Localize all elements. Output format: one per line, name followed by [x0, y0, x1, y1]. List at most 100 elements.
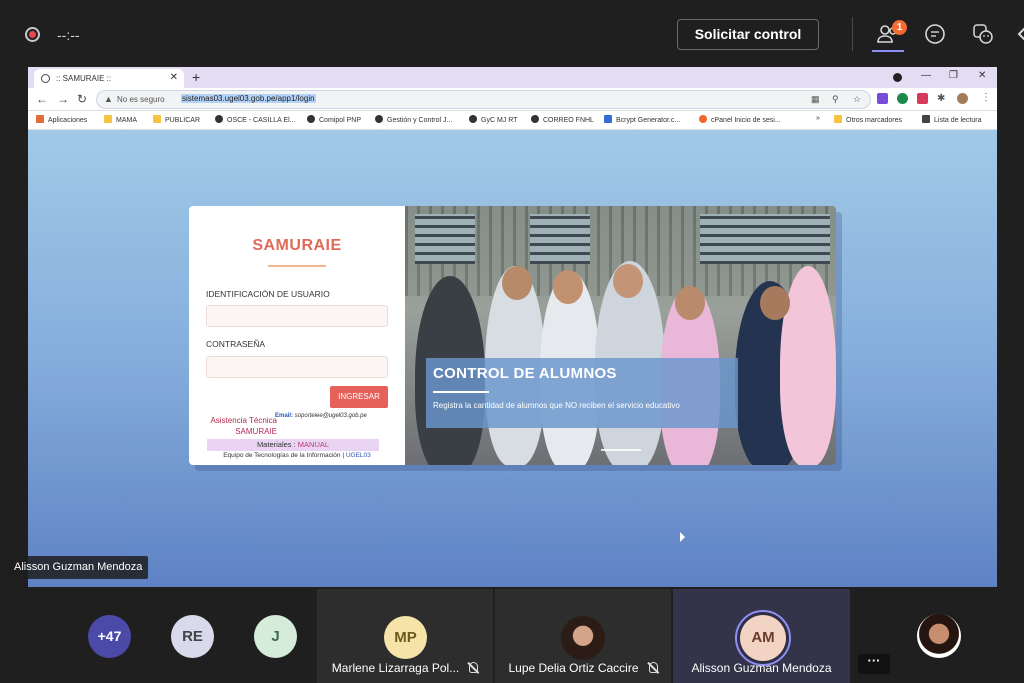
reactions-icon[interactable]: [971, 22, 995, 46]
banner-title: CONTROL DE ALUMNOS: [433, 365, 617, 382]
avatar: AM: [740, 615, 786, 661]
active-indicator: [872, 50, 904, 52]
support-email[interactable]: Email: soporteiee@ugel03.gob.pe: [275, 413, 367, 419]
presenter-name-tag: Alisson Guzman Mendoza: [8, 556, 149, 579]
mouse-cursor-icon: [680, 532, 685, 542]
apps-icon: [36, 115, 44, 123]
login-button[interactable]: INGRESAR: [330, 386, 388, 408]
browser-tabstrip: :: SAMURAIE :: ✕ + — ❐ ✕: [28, 67, 997, 88]
browser-tab[interactable]: :: SAMURAIE :: ✕: [34, 69, 184, 88]
banner-image: CONTROL DE ALUMNOS Registra la cantidad …: [405, 206, 836, 465]
meeting-toolbar: --:-- Solicitar control 1: [0, 0, 1024, 68]
materials-row: Materiales : MANUAL: [207, 439, 379, 451]
bookmark-item[interactable]: Otros marcadores: [834, 115, 902, 124]
folder-icon: [104, 115, 112, 123]
security-label: No es seguro: [117, 95, 165, 104]
ugel-link[interactable]: UGEL03: [346, 452, 371, 459]
more-participants-button[interactable]: ···: [858, 654, 890, 674]
close-tab-icon[interactable]: ✕: [170, 72, 178, 83]
avatar: MP: [384, 616, 427, 659]
bookmark-item[interactable]: GyC MJ RT: [469, 115, 517, 124]
puzzle-icon[interactable]: ✱: [937, 93, 945, 104]
globe-icon: [531, 115, 539, 123]
mic-off-icon: [469, 662, 479, 673]
new-tab-icon[interactable]: +: [192, 69, 200, 85]
brand-underline: [268, 265, 326, 267]
avatar[interactable]: [957, 93, 968, 104]
minimize-icon[interactable]: —: [921, 70, 931, 81]
bookmark-item[interactable]: Comipol PNP: [307, 115, 361, 124]
user-label: IDENTIFICACIÓN DE USUARIO: [206, 289, 330, 299]
participant-tile-speaking[interactable]: AM Alisson Guzman Mendoza: [673, 589, 850, 683]
avatar[interactable]: RE: [171, 615, 214, 658]
globe-icon: [307, 115, 315, 123]
bookmark-item[interactable]: Gestión y Control J...: [375, 115, 452, 124]
recording-icon: [25, 27, 40, 42]
omnibox[interactable]: ▲ No es seguro sistemas03.ugel03.gob.pe/…: [96, 90, 871, 109]
bookmark-item[interactable]: OSCE - CASILLA El...: [215, 115, 295, 124]
globe-icon: [215, 115, 223, 123]
manual-link[interactable]: MANUAL: [298, 440, 329, 449]
profile-icon[interactable]: [893, 73, 902, 82]
menu-icon[interactable]: ⋮: [981, 92, 991, 103]
zoom-icon[interactable]: ⚲: [832, 94, 839, 105]
shield-icon[interactable]: [897, 93, 908, 104]
bookmark-item[interactable]: PUBLICAR: [153, 115, 200, 124]
username-field[interactable]: [206, 305, 388, 327]
reload-icon[interactable]: ↻: [77, 92, 87, 106]
login-panel: SAMURAIE IDENTIFICACIÓN DE USUARIO CONTR…: [189, 206, 405, 465]
bookmark-item[interactable]: MAMA: [104, 115, 137, 124]
participant-name: Lupe Delia Ortiz Caccire: [495, 661, 671, 675]
extension-icon[interactable]: [917, 93, 928, 104]
participants-badge: 1: [892, 20, 907, 35]
login-card: SAMURAIE IDENTIFICACIÓN DE USUARIO CONTR…: [189, 206, 836, 465]
qr-code-icon[interactable]: ▦: [811, 94, 820, 105]
bookmark-item[interactable]: cPanel Inicio de sesi...: [699, 115, 781, 124]
close-window-icon[interactable]: ✕: [978, 70, 986, 81]
reading-list-icon: [922, 115, 930, 123]
banner-subtitle: Registra la cantidad de alumnos que NO r…: [433, 401, 680, 410]
shared-screen: :: SAMURAIE :: ✕ + — ❐ ✕ ← → ↻ ▲ No es s…: [28, 67, 997, 587]
back-icon[interactable]: ←: [36, 92, 48, 106]
participant-tile[interactable]: Lupe Delia Ortiz Caccire: [495, 589, 671, 683]
avatar: [561, 616, 605, 660]
address-bar-row: ← → ↻ ▲ No es seguro sistemas03.ugel03.g…: [28, 88, 997, 111]
warning-icon: ▲: [104, 94, 113, 104]
participant-name: Marlene Lizarraga Pol...: [317, 661, 493, 675]
toolbar-divider: [852, 17, 853, 51]
folder-icon: [153, 115, 161, 123]
star-icon[interactable]: ☆: [853, 94, 861, 105]
avatar[interactable]: J: [254, 615, 297, 658]
avatar[interactable]: [917, 614, 961, 658]
banner-caption: CONTROL DE ALUMNOS Registra la cantidad …: [426, 358, 738, 428]
bookmarks-overflow-icon[interactable]: »: [816, 115, 820, 122]
bookmarks-bar: Aplicaciones MAMA PUBLICAR OSCE - CASILL…: [28, 111, 997, 130]
banner-divider: [433, 391, 489, 393]
bookmark-item[interactable]: CORREO FNHL: [531, 115, 594, 124]
forward-icon[interactable]: →: [57, 92, 69, 106]
mic-off-icon: [648, 662, 658, 673]
chat-icon[interactable]: [923, 22, 947, 46]
extension-icon[interactable]: [877, 93, 888, 104]
tab-title: :: SAMURAIE ::: [56, 74, 112, 83]
overflow-participants-button[interactable]: +47: [88, 615, 131, 658]
team-credit: Equipo de Tecnologías de la Información …: [223, 452, 371, 459]
cpanel-icon: [699, 115, 707, 123]
participant-name: Alisson Guzman Mendoza: [691, 661, 832, 675]
support-text: Asistencia Técnica SAMURAIE: [210, 416, 277, 436]
participant-tile[interactable]: MP Marlene Lizarraga Pol...: [317, 589, 493, 683]
chevron-left-icon[interactable]: [1015, 22, 1024, 46]
bookmark-item[interactable]: Aplicaciones: [36, 115, 87, 124]
globe-icon: [41, 74, 50, 83]
carousel-indicator[interactable]: [601, 449, 641, 451]
request-control-button[interactable]: Solicitar control: [677, 19, 819, 50]
maximize-icon[interactable]: ❐: [949, 70, 958, 81]
folder-icon: [834, 115, 842, 123]
password-field[interactable]: [206, 356, 388, 378]
bookmark-item[interactable]: Bcrypt Generator.c...: [604, 115, 680, 124]
bookmark-icon: [604, 115, 612, 123]
globe-icon: [469, 115, 477, 123]
meeting-timer: --:--: [57, 27, 80, 43]
url-text[interactable]: sistemas03.ugel03.gob.pe/app1/login: [181, 94, 316, 103]
bookmark-item[interactable]: Lista de lectura: [922, 115, 981, 124]
